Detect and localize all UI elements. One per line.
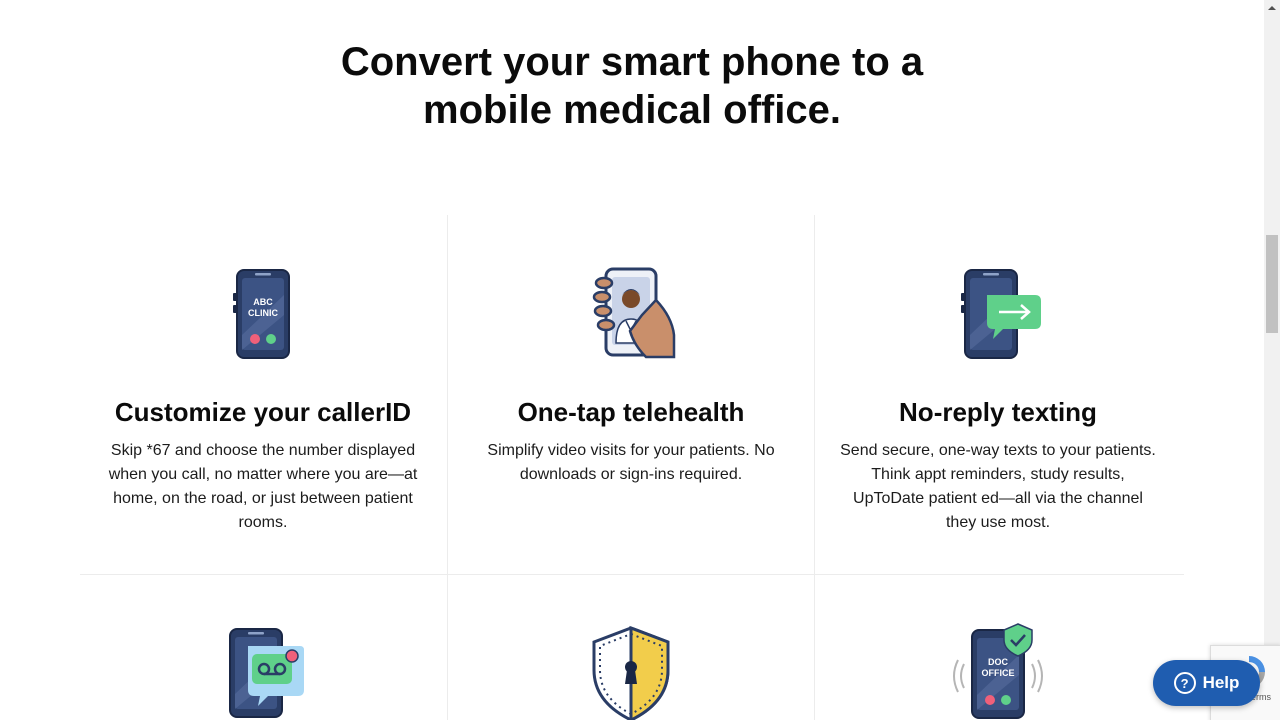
feature-card-telehealth: One-tap telehealth Simplify video visits… <box>448 215 814 575</box>
svg-text:OFFICE: OFFICE <box>982 668 1015 678</box>
feature-description: Simplify video visits for your patients.… <box>487 442 775 483</box>
caller-id-phone-icon: ABC CLINIC <box>80 265 446 365</box>
scroll-up-arrow-icon[interactable] <box>1264 0 1280 16</box>
page-title-line-2: mobile medical office. <box>423 88 841 132</box>
telehealth-phone-icon <box>448 265 814 365</box>
texting-phone-icon <box>815 265 1181 365</box>
svg-text:CLINIC: CLINIC <box>248 308 278 318</box>
page-title: Convert your smart phone to a mobile med… <box>0 38 1264 134</box>
feature-title: One-tap telehealth <box>517 397 745 427</box>
feature-description: Skip *67 and choose the number displayed… <box>108 442 418 531</box>
security-shield-icon <box>448 620 814 720</box>
feature-description: Send secure, one-way texts to your patie… <box>840 442 1156 531</box>
feature-title: Customize your callerID <box>114 397 412 427</box>
page: Convert your smart phone to a mobile med… <box>0 0 1280 720</box>
main-content: Convert your smart phone to a mobile med… <box>0 0 1264 720</box>
help-button[interactable]: ? Help <box>1153 660 1260 706</box>
svg-text:ABC: ABC <box>253 297 273 307</box>
svg-text:DOC: DOC <box>988 657 1009 667</box>
feature-card-texting: No-reply texting Send secure, one-way te… <box>815 215 1181 575</box>
feature-card-caller-id: ABC CLINIC Customize your callerID Skip … <box>80 215 446 575</box>
page-title-line-1: Convert your smart phone to a <box>340 40 924 84</box>
voicemail-phone-icon <box>80 620 446 720</box>
help-button-label: Help <box>1202 673 1240 692</box>
feature-title: No-reply texting <box>899 397 1097 427</box>
scrollbar-thumb[interactable] <box>1266 235 1278 333</box>
vertical-scrollbar[interactable] <box>1264 0 1280 720</box>
doc-office-phone-icon: DOC OFFICE <box>815 620 1181 720</box>
question-circle-icon: ? <box>1173 672 1196 694</box>
